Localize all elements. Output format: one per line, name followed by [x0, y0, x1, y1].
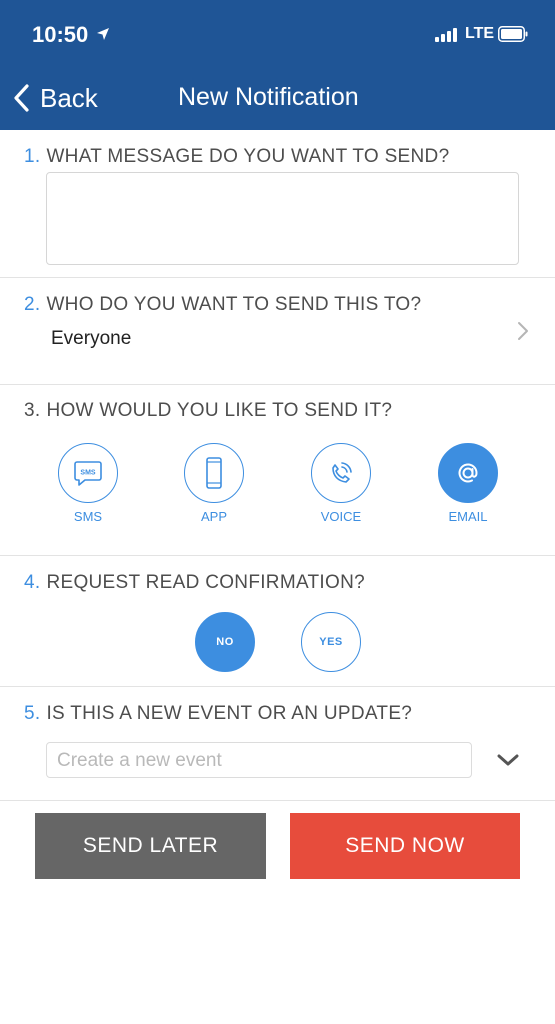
page-title: New Notification [178, 83, 359, 111]
location-arrow-icon [97, 28, 109, 40]
method-section-title: 3. HOW WOULD YOU LIKE TO SEND IT? [24, 400, 392, 422]
message-input[interactable] [46, 172, 519, 265]
divider [0, 686, 555, 687]
method-label: VOICE [320, 509, 362, 524]
method-sms-button[interactable]: SMS SMS [48, 443, 128, 524]
back-label: Back [40, 82, 98, 113]
divider [0, 555, 555, 556]
method-label: EMAIL [448, 509, 488, 524]
event-select[interactable]: Create a new event [46, 742, 472, 778]
section-number: 4. [24, 572, 41, 593]
section-label: IS THIS A NEW EVENT OR AN UPDATE? [46, 703, 413, 724]
confirmation-section-title: 4. REQUEST READ CONFIRMATION? [24, 572, 365, 594]
section-number: 2. [24, 294, 41, 315]
sms-bubble-icon: SMS [74, 461, 102, 486]
message-section-title: 1. WHAT MESSAGE DO YOU WANT TO SEND? [24, 146, 449, 168]
divider [0, 800, 555, 801]
recipients-section-title: 2. WHO DO YOU WANT TO SEND THIS TO? [24, 294, 421, 316]
send-now-button[interactable]: SEND NOW [290, 813, 520, 879]
back-button[interactable]: Back [12, 80, 98, 116]
method-app-button[interactable]: APP [174, 443, 254, 524]
section-label: HOW WOULD YOU LIKE TO SEND IT? [46, 400, 393, 421]
confirmation-no-button[interactable]: NO [195, 612, 255, 672]
section-label: REQUEST READ CONFIRMATION? [46, 572, 365, 593]
chevron-right-icon [518, 322, 528, 340]
app-circle [184, 443, 244, 503]
sms-circle: SMS [58, 443, 118, 503]
voice-circle [311, 443, 371, 503]
at-sign-icon [458, 463, 478, 483]
section-number: 5. [24, 703, 41, 724]
status-time: 10:50 [32, 22, 89, 47]
divider [0, 277, 555, 278]
section-label: WHAT MESSAGE DO YOU WANT TO SEND? [46, 146, 450, 167]
send-later-button[interactable]: SEND LATER [35, 813, 266, 879]
battery-icon [498, 26, 528, 42]
confirmation-yes-button[interactable]: YES [301, 612, 361, 672]
method-email-button[interactable]: EMAIL [428, 443, 508, 524]
recipients-selector[interactable]: Everyone [0, 315, 555, 355]
event-section-title: 5. IS THIS A NEW EVENT OR AN UPDATE? [24, 703, 412, 725]
method-label: SMS [73, 509, 103, 524]
chevron-down-icon[interactable] [496, 752, 520, 768]
chevron-left-icon [14, 84, 29, 112]
signal-strength-icon [435, 28, 459, 42]
section-label: WHO DO YOU WANT TO SEND THIS TO? [46, 294, 422, 315]
phone-call-icon [332, 462, 352, 483]
app-header: 10:50 LTE Back New Notification [0, 0, 555, 130]
section-number: 1. [24, 146, 41, 167]
divider [0, 384, 555, 385]
section-number: 3. [24, 400, 41, 421]
phone-icon [206, 457, 222, 489]
status-bar: 10:50 LTE [0, 0, 555, 70]
method-label: APP [200, 509, 227, 524]
network-type: LTE [465, 25, 495, 42]
email-circle [438, 443, 498, 503]
recipients-value: Everyone [51, 328, 132, 349]
svg-text:SMS: SMS [80, 470, 96, 477]
method-voice-button[interactable]: VOICE [301, 443, 381, 524]
